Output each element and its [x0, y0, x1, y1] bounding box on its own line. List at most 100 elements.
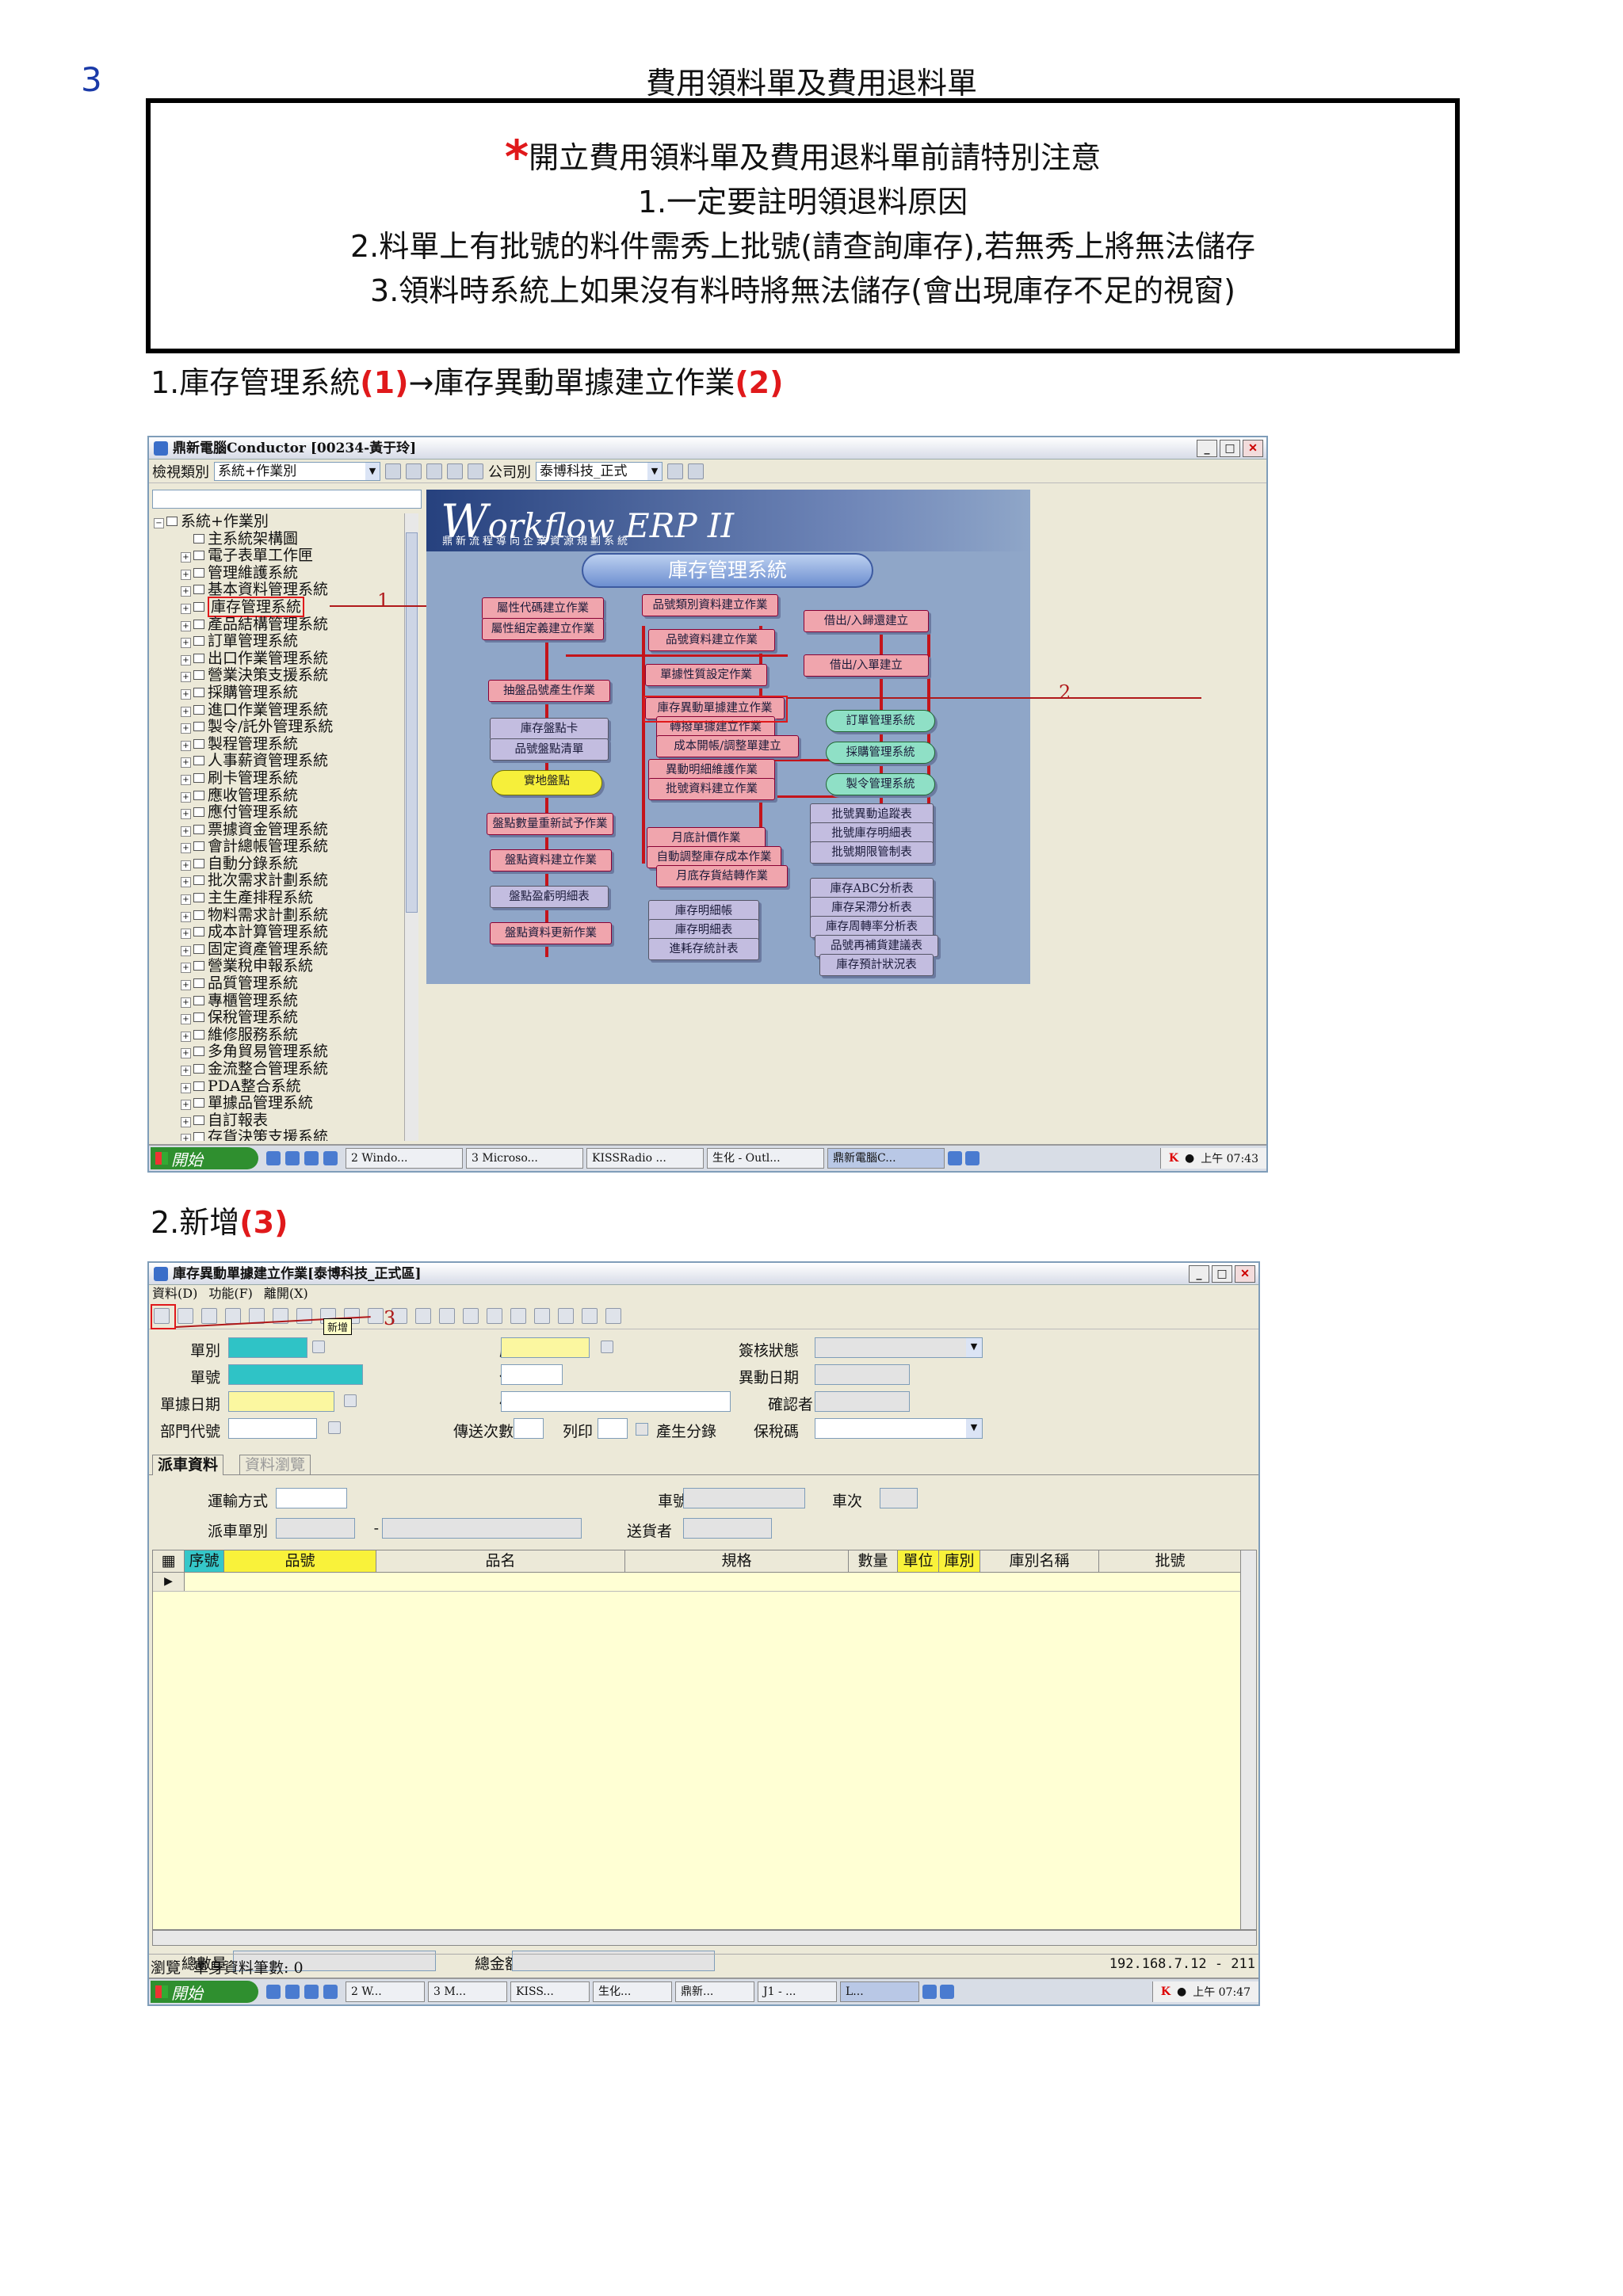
layout-icon[interactable] — [582, 1307, 598, 1324]
flow-node[interactable]: 訂單管理系統 — [826, 710, 935, 732]
expand-icon[interactable]: + — [181, 654, 191, 666]
report-icon[interactable] — [558, 1307, 574, 1324]
taskbar-item[interactable]: KISS... — [510, 1981, 590, 2002]
expand-icon[interactable]: + — [181, 688, 191, 700]
calendar-icon[interactable] — [344, 1394, 357, 1407]
media-icon[interactable] — [304, 1151, 319, 1165]
dispatch-type-field[interactable] — [276, 1518, 355, 1539]
expand-icon[interactable]: + — [181, 1014, 191, 1025]
expand-icon[interactable]: + — [181, 723, 191, 734]
category-select[interactable]: 系統+作業別 ▼ — [214, 461, 380, 481]
doc-date-field[interactable] — [228, 1391, 334, 1412]
window-icon[interactable] — [688, 463, 704, 479]
lookup-icon[interactable] — [601, 1341, 613, 1353]
maximize-button[interactable]: □ — [1220, 440, 1240, 457]
expand-icon[interactable]: + — [181, 1066, 191, 1076]
expand-icon[interactable]: + — [181, 860, 191, 871]
tools-icon[interactable] — [667, 463, 683, 479]
flow-node[interactable]: 借出/入歸還建立 — [804, 610, 929, 632]
delete-icon[interactable] — [225, 1307, 241, 1324]
tree-item[interactable]: + 維修服務系統 — [152, 1026, 564, 1044]
expand-icon[interactable]: + — [181, 672, 191, 683]
expand-icon[interactable]: + — [181, 620, 191, 631]
col-item-no[interactable]: 品號 — [224, 1550, 376, 1572]
flow-node[interactable]: 製令管理系統 — [826, 773, 935, 795]
bond-code-select[interactable]: ▼ — [815, 1418, 983, 1439]
desktop-icon[interactable] — [285, 1985, 300, 1999]
col-unit[interactable]: 單位 — [898, 1550, 939, 1572]
expand-icon[interactable]: + — [181, 1048, 191, 1059]
tree-search-input[interactable] — [152, 490, 422, 509]
sign-status-select[interactable]: ▼ — [815, 1337, 983, 1358]
expand-icon[interactable]: + — [181, 757, 191, 769]
expand-icon[interactable]: + — [181, 586, 191, 597]
flow-node[interactable]: 批號期限管制表 — [810, 841, 934, 864]
flow-node[interactable]: 屬性組定義建立作業 — [482, 618, 604, 640]
delivery-person-field[interactable] — [683, 1518, 772, 1539]
factory-field[interactable] — [501, 1337, 590, 1358]
doc-no-field[interactable] — [228, 1364, 363, 1385]
dispatch-no-field[interactable] — [382, 1518, 582, 1539]
flow-node[interactable]: 品號類別資料建立作業 — [642, 594, 778, 616]
change-date-field[interactable] — [815, 1364, 910, 1385]
start-button[interactable]: 開始 — [151, 1981, 258, 2003]
expand-icon[interactable]: + — [181, 1082, 191, 1093]
expand-icon[interactable]: + — [181, 552, 191, 563]
flow-node[interactable]: 盤點資料更新作業 — [490, 922, 612, 944]
expand-icon[interactable]: + — [181, 997, 191, 1008]
car-no-field[interactable] — [683, 1488, 805, 1508]
tree-item[interactable]: + 金流整合管理系統 — [152, 1060, 564, 1078]
flow-node[interactable]: 盤點數量重新試予作業 — [487, 813, 613, 835]
taskbar-item[interactable]: KISSRadio ... — [586, 1148, 704, 1169]
menu-function[interactable]: 功能(F) — [208, 1285, 253, 1302]
approve-icon[interactable] — [463, 1307, 479, 1324]
flow-node[interactable]: 進耗存統計表 — [648, 938, 759, 960]
col-lot[interactable]: 批號 — [1099, 1550, 1242, 1572]
tree-item[interactable]: + 存貨決策支援系統 — [152, 1129, 564, 1141]
taskbar-item[interactable]: 2 Windo... — [346, 1148, 463, 1169]
refresh-icon[interactable] — [406, 463, 422, 479]
export-icon[interactable] — [605, 1307, 621, 1324]
filter-icon[interactable] — [510, 1307, 526, 1324]
expand-icon[interactable]: + — [181, 791, 191, 803]
expand-icon[interactable]: + — [181, 843, 191, 854]
grid-vertical-scrollbar[interactable] — [1240, 1550, 1256, 1929]
transport-field[interactable] — [276, 1488, 347, 1508]
desktop-icon[interactable] — [285, 1151, 300, 1165]
expand-icon[interactable]: + — [181, 603, 191, 614]
expand-icon[interactable]: + — [181, 894, 191, 906]
flow-node[interactable]: 盤點盈虧明細表 — [490, 886, 609, 908]
printer-icon[interactable] — [922, 1985, 937, 1999]
help-icon[interactable] — [965, 1151, 980, 1165]
flow-node[interactable]: 成本開帳/調整單建立 — [656, 735, 799, 757]
gen-entries-checkbox[interactable] — [636, 1423, 648, 1436]
tree-item[interactable]: + 多角貿易管理系統 — [152, 1043, 564, 1061]
remark-field[interactable] — [501, 1391, 731, 1412]
trip-field[interactable] — [880, 1488, 918, 1508]
media-icon[interactable] — [304, 1985, 319, 1999]
flow-node[interactable]: 抽盤品號產生作業 — [488, 680, 610, 702]
minimize-button[interactable]: _ — [1189, 1265, 1209, 1283]
expand-icon[interactable]: + — [181, 963, 191, 974]
kaspersky-icon[interactable]: K — [1161, 1985, 1170, 1998]
taskbar-item[interactable]: 生化 - Outl... — [707, 1148, 824, 1169]
expand-icon[interactable]: + — [181, 809, 191, 820]
start-button[interactable]: 開始 — [151, 1147, 258, 1169]
menu-data[interactable]: 資料(D) — [152, 1285, 197, 1302]
expand-icon[interactable]: + — [181, 740, 191, 751]
taskbar-item-active[interactable]: 鼎新電腦C... — [827, 1148, 945, 1169]
tree-item[interactable]: + 保稅管理系統 — [152, 1009, 564, 1027]
grid-corner-icon[interactable]: ▦ — [153, 1550, 185, 1572]
confirmer-field[interactable] — [815, 1391, 910, 1412]
flow-node[interactable]: 採購管理系統 — [826, 742, 935, 764]
tree-item[interactable]: + PDA整合系統 — [152, 1077, 564, 1096]
expand-icon[interactable]: + — [181, 877, 191, 888]
table-row[interactable]: ▶ — [153, 1573, 1256, 1592]
pieces-field[interactable] — [501, 1364, 563, 1385]
company-select[interactable]: 泰博科技_正式 ▼ — [536, 461, 663, 481]
expand-icon[interactable]: + — [181, 911, 191, 922]
grid-icon[interactable] — [426, 463, 442, 479]
expand-icon[interactable]: + — [181, 1100, 191, 1111]
book-icon[interactable] — [468, 463, 483, 479]
menu-exit[interactable]: 離開(X) — [264, 1285, 308, 1302]
